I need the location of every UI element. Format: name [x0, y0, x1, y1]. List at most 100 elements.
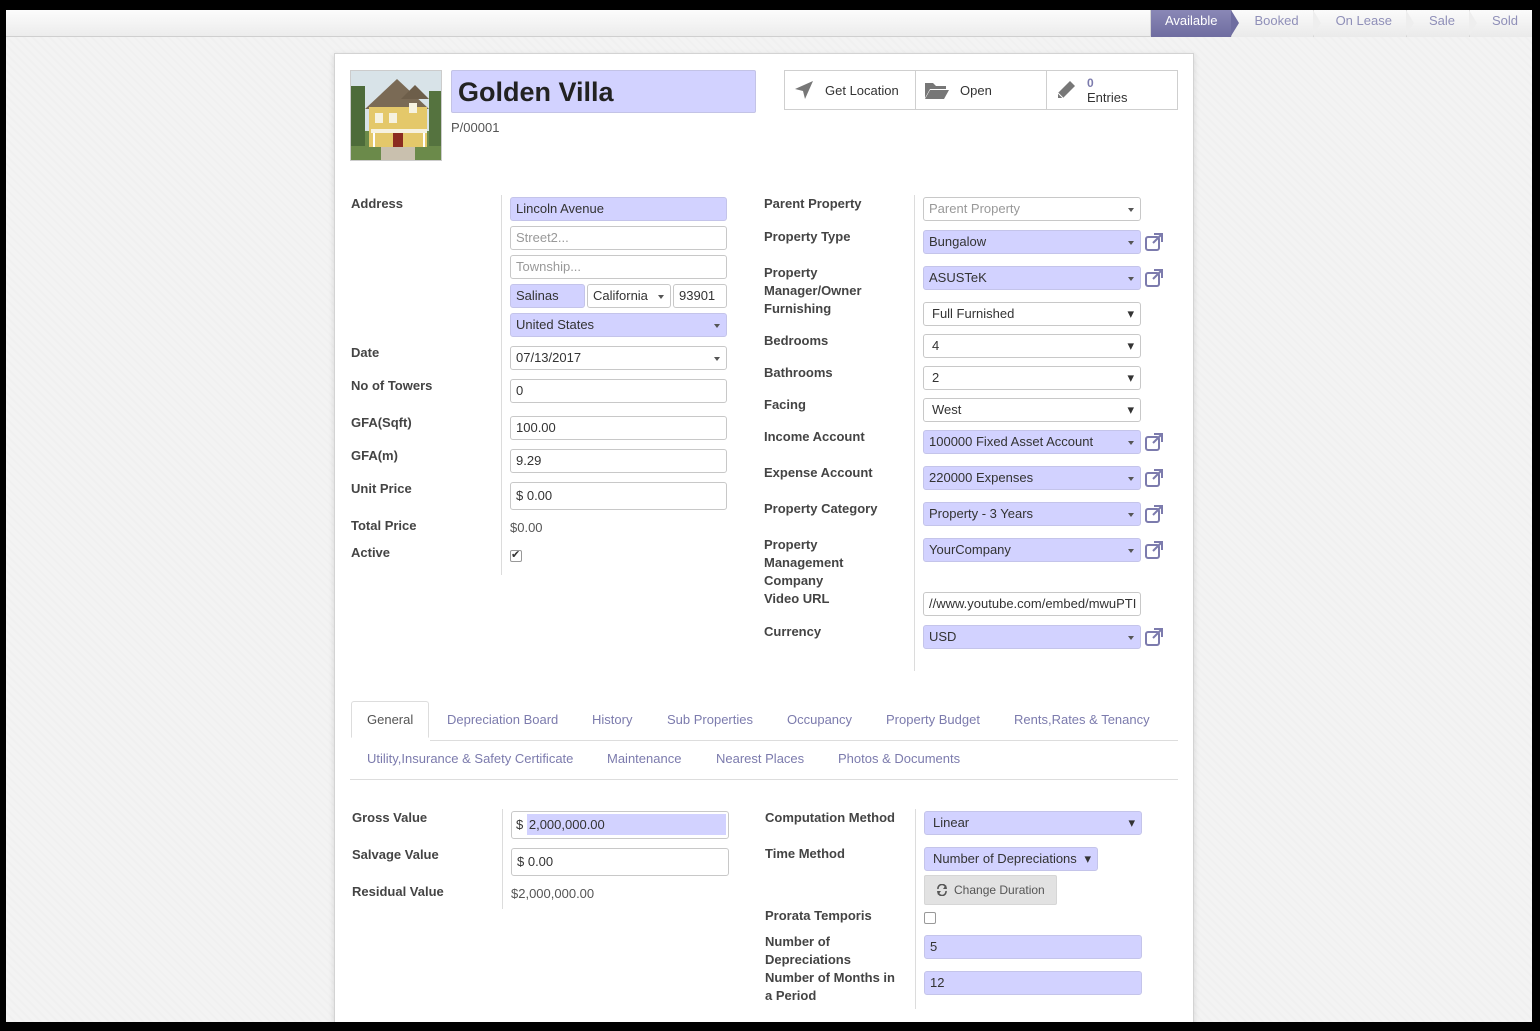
change-duration-label: Change Duration — [954, 883, 1045, 897]
property-name-input[interactable]: Golden Villa — [451, 70, 756, 113]
tab-photos-documents[interactable]: Photos & Documents — [838, 751, 960, 766]
tab-general[interactable]: General — [351, 701, 430, 738]
bedrooms-label: Bedrooms — [764, 333, 829, 348]
time-method-select[interactable]: Number of Depreciations — [924, 847, 1098, 871]
residual-value: $2,000,000.00 — [511, 886, 595, 901]
get-location-button[interactable]: Get Location — [785, 71, 916, 109]
general-left-divider — [502, 809, 503, 909]
bathrooms-select[interactable]: 2 — [923, 366, 1141, 390]
towers-label: No of Towers — [351, 378, 433, 393]
income-account-select[interactable]: 100000 Fixed Asset Account — [923, 430, 1141, 454]
video-url-input[interactable]: //www.youtube.com/embed/mwuPTI — [923, 592, 1141, 616]
active-checkbox[interactable] — [510, 548, 522, 562]
computation-method-label: Computation Method — [765, 810, 895, 825]
currency-select[interactable]: USD — [923, 625, 1141, 649]
external-link-icon[interactable] — [1144, 432, 1164, 452]
change-duration-button[interactable]: Change Duration — [924, 875, 1057, 905]
income-account-label: Income Account — [764, 429, 865, 444]
external-link-icon[interactable] — [1144, 468, 1164, 488]
stage-available[interactable]: Available — [1149, 10, 1239, 37]
house-photo — [351, 71, 441, 160]
parent-property-select[interactable]: Parent Property — [923, 197, 1141, 221]
street2-input[interactable]: Street2... — [510, 226, 727, 250]
bathrooms-label: Bathrooms — [764, 365, 833, 380]
prorata-temporis-checkbox[interactable] — [924, 912, 936, 924]
external-link-icon[interactable] — [1144, 627, 1164, 647]
property-manager-label: Property Manager/Owner — [764, 265, 862, 298]
facing-select[interactable]: West — [923, 398, 1141, 422]
gfa-sqft-input[interactable]: 100.00 — [510, 416, 727, 440]
property-image[interactable] — [350, 70, 442, 161]
external-link-icon[interactable] — [1144, 540, 1164, 560]
zip-input[interactable]: 93901 — [673, 284, 727, 308]
country-select[interactable]: United States — [510, 313, 727, 337]
property-manager-select[interactable]: ASUSTeK — [923, 266, 1141, 290]
gfa-sqft-label: GFA(Sqft) — [351, 415, 412, 430]
number-of-depreciations-input[interactable]: 5 — [924, 935, 1142, 959]
prorata-temporis-label: Prorata Temporis — [765, 908, 872, 923]
tab-sub-properties[interactable]: Sub Properties — [667, 712, 753, 727]
property-category-select[interactable]: Property - 3 Years — [923, 502, 1141, 526]
expense-account-select[interactable]: 220000 Expenses — [923, 466, 1141, 490]
external-link-icon[interactable] — [1144, 268, 1164, 288]
tab-nearest-places[interactable]: Nearest Places — [716, 751, 804, 766]
city-input[interactable]: Salinas — [510, 284, 585, 308]
bedrooms-select[interactable]: 4 — [923, 334, 1141, 358]
total-price-label: Total Price — [351, 518, 417, 533]
right-divider — [914, 195, 915, 671]
folder-open-icon — [925, 83, 949, 99]
currency-label: Currency — [764, 624, 822, 639]
property-type-select[interactable]: Bungalow — [923, 230, 1141, 254]
video-url-label: Video URL — [764, 591, 830, 606]
furnishing-label: Furnishing — [764, 301, 832, 316]
get-location-label: Get Location — [825, 82, 899, 98]
computation-method-select[interactable]: Linear — [924, 811, 1142, 835]
state-select[interactable]: California — [587, 284, 671, 308]
furnishing-select[interactable]: Full Furnished — [923, 302, 1141, 326]
stage-on-lease[interactable]: On Lease — [1312, 10, 1415, 37]
tabs-bottom-border — [350, 779, 1178, 780]
date-input[interactable]: 07/13/2017 — [510, 346, 727, 370]
total-price-value: $0.00 — [510, 520, 543, 535]
unit-price-input[interactable]: $ 0.00 — [510, 482, 727, 510]
form-sheet: Golden Villa P/00001 Get Location Open 0… — [334, 53, 1194, 1022]
salvage-value-input[interactable]: $ 0.00 — [511, 848, 729, 876]
parent-property-label: Parent Property — [764, 196, 862, 211]
external-link-icon[interactable] — [1144, 504, 1164, 524]
gfa-m-label: GFA(m) — [351, 448, 398, 463]
screen: Available Booked On Lease Sale Sold Gold… — [6, 10, 1532, 1022]
property-type-label: Property Type — [764, 229, 851, 244]
open-button[interactable]: Open — [916, 71, 1047, 109]
entries-label: Entries — [1087, 89, 1128, 105]
time-method-label: Time Method — [765, 846, 845, 861]
stage-booked[interactable]: Booked — [1231, 10, 1321, 37]
tabs-divider — [430, 740, 1178, 741]
tab-occupancy[interactable]: Occupancy — [787, 712, 852, 727]
stage-sale[interactable]: Sale — [1405, 10, 1478, 37]
street-input[interactable]: Lincoln Avenue — [510, 197, 727, 221]
tab-history[interactable]: History — [592, 712, 632, 727]
tab-property-budget[interactable]: Property Budget — [886, 712, 980, 727]
gross-value-field[interactable]: $ 2,000,000.00 — [511, 811, 729, 839]
tab-rents-rates-tenancy[interactable]: Rents,Rates & Tenancy — [1014, 712, 1150, 727]
property-category-label: Property Category — [764, 501, 878, 516]
refresh-icon — [937, 884, 947, 896]
pencil-icon — [1057, 81, 1075, 99]
gfa-m-input[interactable]: 9.29 — [510, 449, 727, 473]
months-in-period-input[interactable]: 12 — [924, 971, 1142, 995]
tab-maintenance[interactable]: Maintenance — [607, 751, 681, 766]
stage-sold[interactable]: Sold — [1468, 10, 1532, 37]
towers-input[interactable]: 0 — [510, 379, 727, 403]
statusbar: Available Booked On Lease Sale Sold — [6, 10, 1532, 37]
location-arrow-icon — [795, 81, 813, 99]
address-label: Address — [351, 196, 404, 211]
entries-count: 0 — [1087, 75, 1094, 90]
management-company-select[interactable]: YourCompany — [923, 538, 1141, 562]
gross-value-input[interactable]: 2,000,000.00 — [526, 814, 726, 835]
gross-currency-symbol: $ — [516, 817, 524, 832]
tab-depreciation-board[interactable]: Depreciation Board — [447, 712, 558, 727]
township-input[interactable]: Township... — [510, 255, 727, 279]
entries-button[interactable]: 0 Entries — [1047, 71, 1177, 109]
external-link-icon[interactable] — [1144, 232, 1164, 252]
tab-utility-insurance[interactable]: Utility,Insurance & Safety Certificate — [367, 751, 573, 766]
